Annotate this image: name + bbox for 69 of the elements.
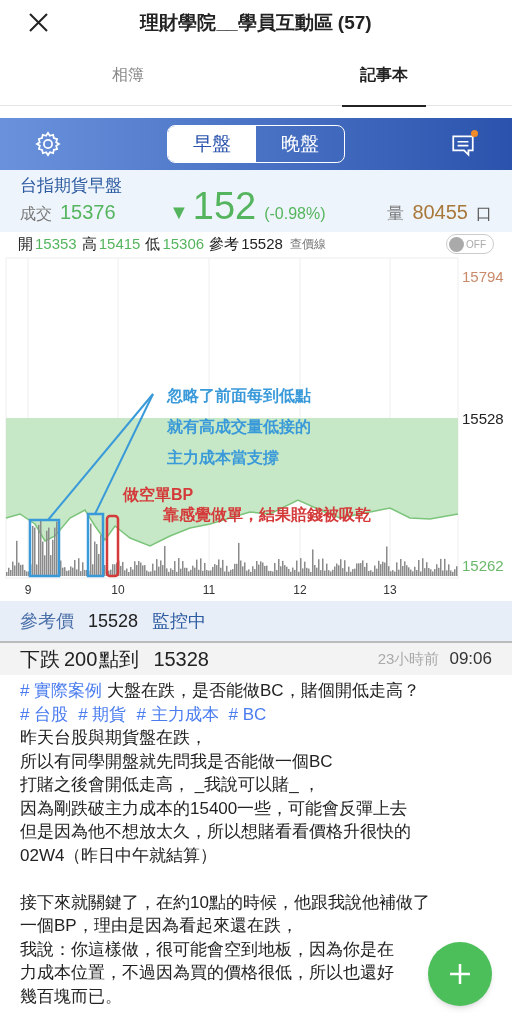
toggle-switch[interactable]: OFF	[446, 234, 494, 254]
close-icon[interactable]	[29, 13, 48, 32]
volume-value: 80455	[412, 200, 468, 225]
highlight-frame	[28, 518, 61, 578]
ohlc-label: 高	[81, 233, 97, 254]
hashtag-link[interactable]: # 期貨	[78, 702, 127, 726]
post-text-line: 但是因為他不想放太久，所以想賭看看價格升很快的	[20, 821, 411, 843]
ohlc-label: 開	[18, 233, 33, 254]
post-text-line: 力成本位置，不過因為買的價格很低，所以也還好	[20, 962, 394, 984]
plus-icon	[448, 962, 472, 986]
post-text-line: 接下來就關鍵了，在約10點的時候，他跟我說他補做了	[20, 891, 430, 914]
message-icon[interactable]	[450, 130, 478, 158]
hashtag-link[interactable]: # 台股	[20, 702, 69, 726]
ohlc-label: 低	[145, 233, 161, 254]
ohlc-value: 15306	[162, 233, 205, 254]
post-title: 大盤在跌，是否能做BC，賭個開低走高？	[106, 681, 420, 700]
alert-points: 200	[64, 647, 98, 672]
post-text-line: 我說：你這樣做，很可能會空到地板，因為你是在	[20, 938, 394, 961]
annotation-text: 主力成本當支撐	[167, 449, 279, 466]
trade-label: 成交	[20, 204, 52, 224]
alert-age: 23小時前	[377, 648, 440, 669]
monitor-status: 監控中	[152, 609, 207, 633]
axis-label: 9	[24, 583, 32, 597]
post-text-line: 打賭之後會開低走高， _我說可以賭_ ，	[20, 774, 321, 796]
volume-label: 量	[387, 203, 405, 225]
ohlc-value: 15353	[35, 233, 77, 254]
hashtag-link[interactable]: # 主力成本	[136, 702, 219, 726]
hashtag-link[interactable]: # BC	[228, 702, 267, 726]
annotation-text: 忽略了前面每到低點	[167, 387, 311, 404]
alert-target: 15328	[153, 647, 209, 672]
session-tab[interactable]: 晚盤	[256, 126, 344, 162]
axis-label: 15794	[462, 268, 504, 285]
ohlc-value: 15415	[98, 233, 141, 254]
axis-label: 15528	[462, 410, 504, 427]
post-text-line: 昨天台股與期貨盤在跌，	[20, 727, 207, 749]
contract-name: 台指期貨早盤	[20, 175, 123, 197]
post-text-line: 因為剛跌破主力成本的15400一些，可能會反彈上去	[20, 797, 408, 820]
reference-price: 15528	[88, 609, 139, 633]
ohlc-value: 15528	[241, 233, 283, 254]
alert-direction: 下跌	[20, 647, 60, 672]
alert-unit: 點到	[99, 647, 140, 672]
tab[interactable]: 記事本	[256, 46, 512, 105]
reference-label: 參考價	[20, 609, 74, 633]
ohlc-label: 參考	[209, 233, 240, 254]
down-arrow-icon: ▼	[169, 197, 189, 227]
price-change: 152	[192, 186, 257, 226]
axis-label: 15262	[462, 557, 504, 574]
hashtag-link[interactable]: # 實際案例	[20, 681, 103, 700]
post-text-line: 幾百塊而已。	[20, 985, 122, 1008]
post-text-line: 一個BP，理由是因為看起來還在跌，	[20, 915, 298, 937]
price-line-label: 查價線	[289, 236, 326, 253]
highlight-frame	[86, 512, 105, 578]
change-percent: (-0.98%)	[264, 204, 326, 224]
settings-icon[interactable]	[34, 130, 62, 158]
alert-time: 09:06	[449, 648, 492, 671]
post-text-line: 02W4（昨日中午就結算）	[20, 844, 218, 867]
window-title: 理財學院__學員互動區 (57)	[140, 10, 372, 35]
tab[interactable]: 相簿	[0, 46, 256, 105]
volume-unit: 口	[476, 204, 492, 224]
axis-label: 13	[383, 583, 397, 597]
annotation-text: 做空單BP	[123, 486, 194, 503]
highlight-frame	[105, 514, 120, 578]
axis-label: 10	[111, 583, 125, 597]
post-text-line: 所以有同學開盤就先問我是否能做一個BC	[20, 750, 333, 773]
axis-label: 11	[202, 583, 216, 597]
trade-price: 15376	[60, 200, 116, 225]
annotation-text: 就有高成交量低接的	[167, 418, 311, 435]
session-tab[interactable]: 早盤	[168, 126, 256, 162]
axis-label: 12	[293, 583, 307, 597]
